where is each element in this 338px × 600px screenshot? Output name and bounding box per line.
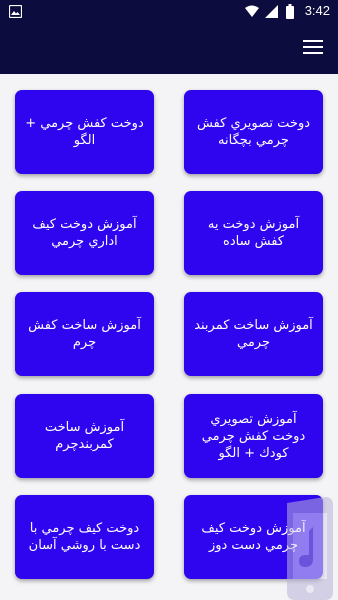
cellular-signal-icon: [265, 5, 278, 18]
status-bar: 3:42: [0, 0, 338, 24]
app-bar: [0, 24, 338, 74]
article-card[interactable]: آموزش دوخت يه كفش ساده: [184, 191, 323, 275]
article-card[interactable]: آموزش تصويري دوخت كفش چرمي كودك + الگو: [184, 394, 323, 478]
card-label: آموزش تصويري دوخت كفش چرمي كودك + الگو: [201, 411, 306, 461]
card-label: دوخت تصويري كفش چرمي بچگانه: [196, 116, 311, 148]
article-card[interactable]: آموزش ساخت کمربند چرمي: [184, 292, 323, 376]
card-label: دوخت کیف چرمي با دست با روشي آسان: [28, 521, 141, 553]
wifi-icon: [245, 5, 259, 17]
card-label: آموزش ساخت کمربند چرمي: [194, 318, 313, 350]
battery-icon: [286, 4, 294, 19]
card-label: آموزش ساخت کمربندچرم: [44, 420, 125, 452]
article-card[interactable]: دوخت کفش چرمي + الگو: [15, 90, 154, 174]
article-card[interactable]: دوخت کیف چرمي با دست با روشي آسان: [15, 495, 154, 579]
article-card[interactable]: آموزش دوخت کیف اداري چرمي: [15, 191, 154, 275]
card-label: آموزش دوخت يه كفش ساده: [207, 217, 300, 249]
article-card[interactable]: آموزش ساخت کفش چرم: [15, 292, 154, 376]
hamburger-menu-icon[interactable]: [303, 40, 323, 56]
card-label: آموزش دوخت کیف چرمي دست دوز: [201, 521, 306, 553]
article-card[interactable]: دوخت تصويري كفش چرمي بچگانه: [184, 90, 323, 174]
card-label: آموزش ساخت کفش چرم: [28, 318, 141, 350]
article-card[interactable]: آموزش ساخت کمربندچرم: [15, 394, 154, 478]
card-label: دوخت کفش چرمي + الگو: [25, 116, 144, 148]
image-notification-icon: [9, 5, 22, 18]
card-label: آموزش دوخت کیف اداري چرمي: [32, 217, 137, 249]
article-card[interactable]: آموزش دوخت کیف چرمي دست دوز: [184, 495, 323, 579]
article-grid: دوخت کفش چرمي + الگو دوخت تصويري كفش چرم…: [0, 74, 338, 600]
clock-time: 3:42: [304, 3, 330, 18]
